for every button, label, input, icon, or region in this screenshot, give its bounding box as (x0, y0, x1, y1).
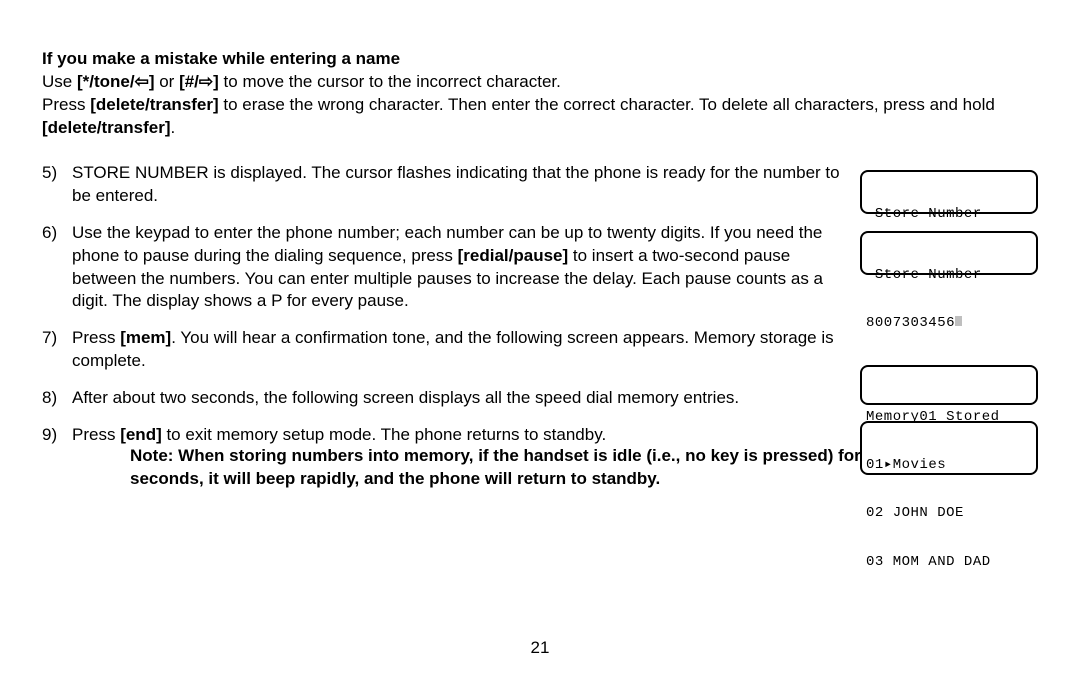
step-text: STORE NUMBER is displayed. The cursor fl… (72, 162, 852, 208)
step-text: Use the keypad to enter the phone number… (72, 222, 852, 314)
step-index: 7) (42, 327, 72, 350)
lcd-line: 02 JOHN DOE (866, 505, 1032, 521)
arrow-left-icon (135, 72, 149, 91)
text: to move the cursor to the incorrect char… (219, 72, 561, 91)
mistake-title: If you make a mistake while entering a n… (42, 48, 1038, 71)
lcd-screen-store-number: Store Number 8007303456 (860, 231, 1038, 275)
lcd-screen-memory-list: 01Movies 02 JOHN DOE 03 MOM AND DAD (860, 421, 1038, 475)
mistake-line-1: Use [*/tone/] or [#/] to move the cursor… (42, 71, 1038, 94)
step-index: 6) (42, 222, 72, 245)
lcd-line: 01 Movies (866, 457, 1032, 473)
selector-icon (884, 457, 893, 473)
steps-list: 5) STORE NUMBER is displayed. The cursor… (42, 162, 852, 447)
lcd-line: 8007303456 (866, 315, 1032, 331)
step-index: 9) (42, 424, 72, 447)
step-text: After about two seconds, the following s… (72, 387, 852, 410)
lcd-screen-store-empty: Store Number (860, 170, 1038, 214)
mistake-section: If you make a mistake while entering a n… (42, 48, 1038, 140)
text: [#/ (179, 72, 199, 91)
text: to exit memory setup mode. The phone ret… (162, 425, 606, 444)
text: 01 (866, 457, 884, 473)
key-hash-right: [#/] (179, 72, 219, 91)
step-5: 5) STORE NUMBER is displayed. The cursor… (42, 162, 852, 208)
step-7: 7) Press [mem]. You will hear a confirma… (42, 327, 852, 373)
text: Press (42, 95, 90, 114)
text: Press (72, 425, 120, 444)
step-6: 6) Use the keypad to enter the phone num… (42, 222, 852, 314)
text: or (155, 72, 180, 91)
page-number: 21 (0, 637, 1080, 660)
text: Movies (893, 457, 946, 473)
mistake-line-2: Press [delete/transfer] to erase the wro… (42, 94, 1038, 140)
lcd-line: Store Number (866, 267, 1032, 283)
lcd-screen-memory-stored: Memory01 Stored (860, 365, 1038, 405)
key-delete-transfer-2: [delete/transfer] (42, 118, 170, 137)
step-8: 8) After about two seconds, the followin… (42, 387, 852, 410)
text: [*/tone/ (77, 72, 135, 91)
step-9: 9) Press [end] to exit memory setup mode… (42, 424, 852, 447)
key-tone-left: [*/tone/] (77, 72, 155, 91)
step-text: Press [end] to exit memory setup mode. T… (72, 424, 852, 447)
text: . You will hear a confirmation tone, and… (72, 328, 834, 370)
text: . (170, 118, 175, 137)
key-redial-pause: [redial/pause] (458, 246, 569, 265)
step-index: 5) (42, 162, 72, 185)
arrow-right-icon (199, 72, 213, 91)
step-text: Press [mem]. You will hear a confirmatio… (72, 327, 852, 373)
text: to erase the wrong character. Then enter… (219, 95, 995, 114)
text: Use (42, 72, 77, 91)
cursor-icon (955, 316, 962, 326)
text: 8007303456 (866, 315, 955, 331)
lcd-line: Store Number (866, 206, 1032, 222)
manual-page: If you make a mistake while entering a n… (0, 0, 1080, 688)
text: Press (72, 328, 120, 347)
lcd-line: 03 MOM AND DAD (866, 554, 1032, 570)
step-index: 8) (42, 387, 72, 410)
key-end: [end] (120, 425, 162, 444)
key-mem: [mem] (120, 328, 171, 347)
key-delete-transfer: [delete/transfer] (90, 95, 218, 114)
